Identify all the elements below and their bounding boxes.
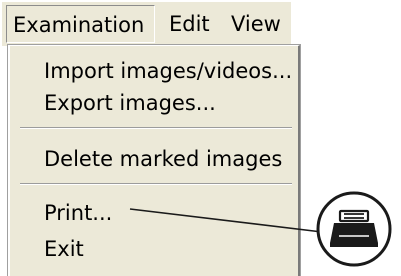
menu-examination[interactable]: Examination bbox=[6, 5, 155, 43]
printer-icon bbox=[330, 209, 378, 247]
menu-separator bbox=[20, 127, 292, 129]
menu-separator bbox=[20, 183, 292, 185]
screenshot: Examination Edit View Import images/vide… bbox=[0, 0, 401, 276]
menu-item-print[interactable]: Print... bbox=[44, 198, 112, 228]
menu-item-export[interactable]: Export images... bbox=[44, 88, 216, 118]
menu-item-import[interactable]: Import images/videos... bbox=[44, 56, 292, 86]
examination-dropdown: Import images/videos... Export images...… bbox=[7, 44, 301, 276]
menu-item-exit[interactable]: Exit bbox=[44, 234, 84, 264]
menu-item-delete-marked[interactable]: Delete marked images bbox=[44, 144, 282, 174]
menu-bar: Examination Edit View bbox=[2, 2, 291, 46]
menu-edit[interactable]: Edit bbox=[169, 5, 210, 43]
menu-view[interactable]: View bbox=[231, 5, 281, 43]
callout-circle bbox=[316, 191, 392, 267]
